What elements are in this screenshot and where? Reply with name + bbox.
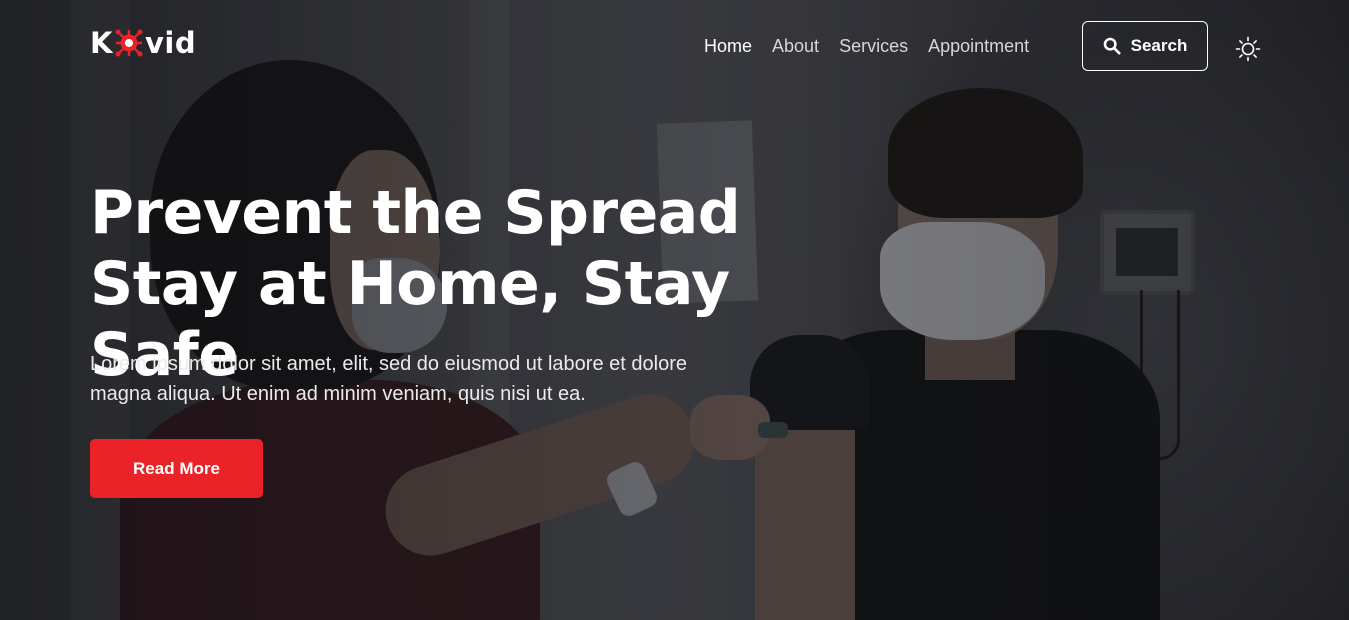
main-nav: Home About Services Appointment [704,36,1029,57]
logo-text-prefix: K [90,26,113,60]
brand-logo[interactable]: K vid [90,26,196,60]
hero-description: Lorem ipsum dolor sit amet, elit, sed do… [90,353,687,405]
nav-item-home[interactable]: Home [704,36,752,57]
nav-item-about[interactable]: About [772,36,819,57]
read-more-button[interactable]: Read More [90,439,263,498]
search-icon [1103,37,1121,55]
nav-item-appointment[interactable]: Appointment [928,36,1029,57]
virus-icon [114,28,144,58]
nav-item-services[interactable]: Services [839,36,908,57]
search-button-label: Search [1130,36,1188,55]
logo-text-suffix: vid [144,26,197,60]
search-button[interactable]: Search [1082,21,1208,71]
sun-icon[interactable] [1235,36,1261,62]
